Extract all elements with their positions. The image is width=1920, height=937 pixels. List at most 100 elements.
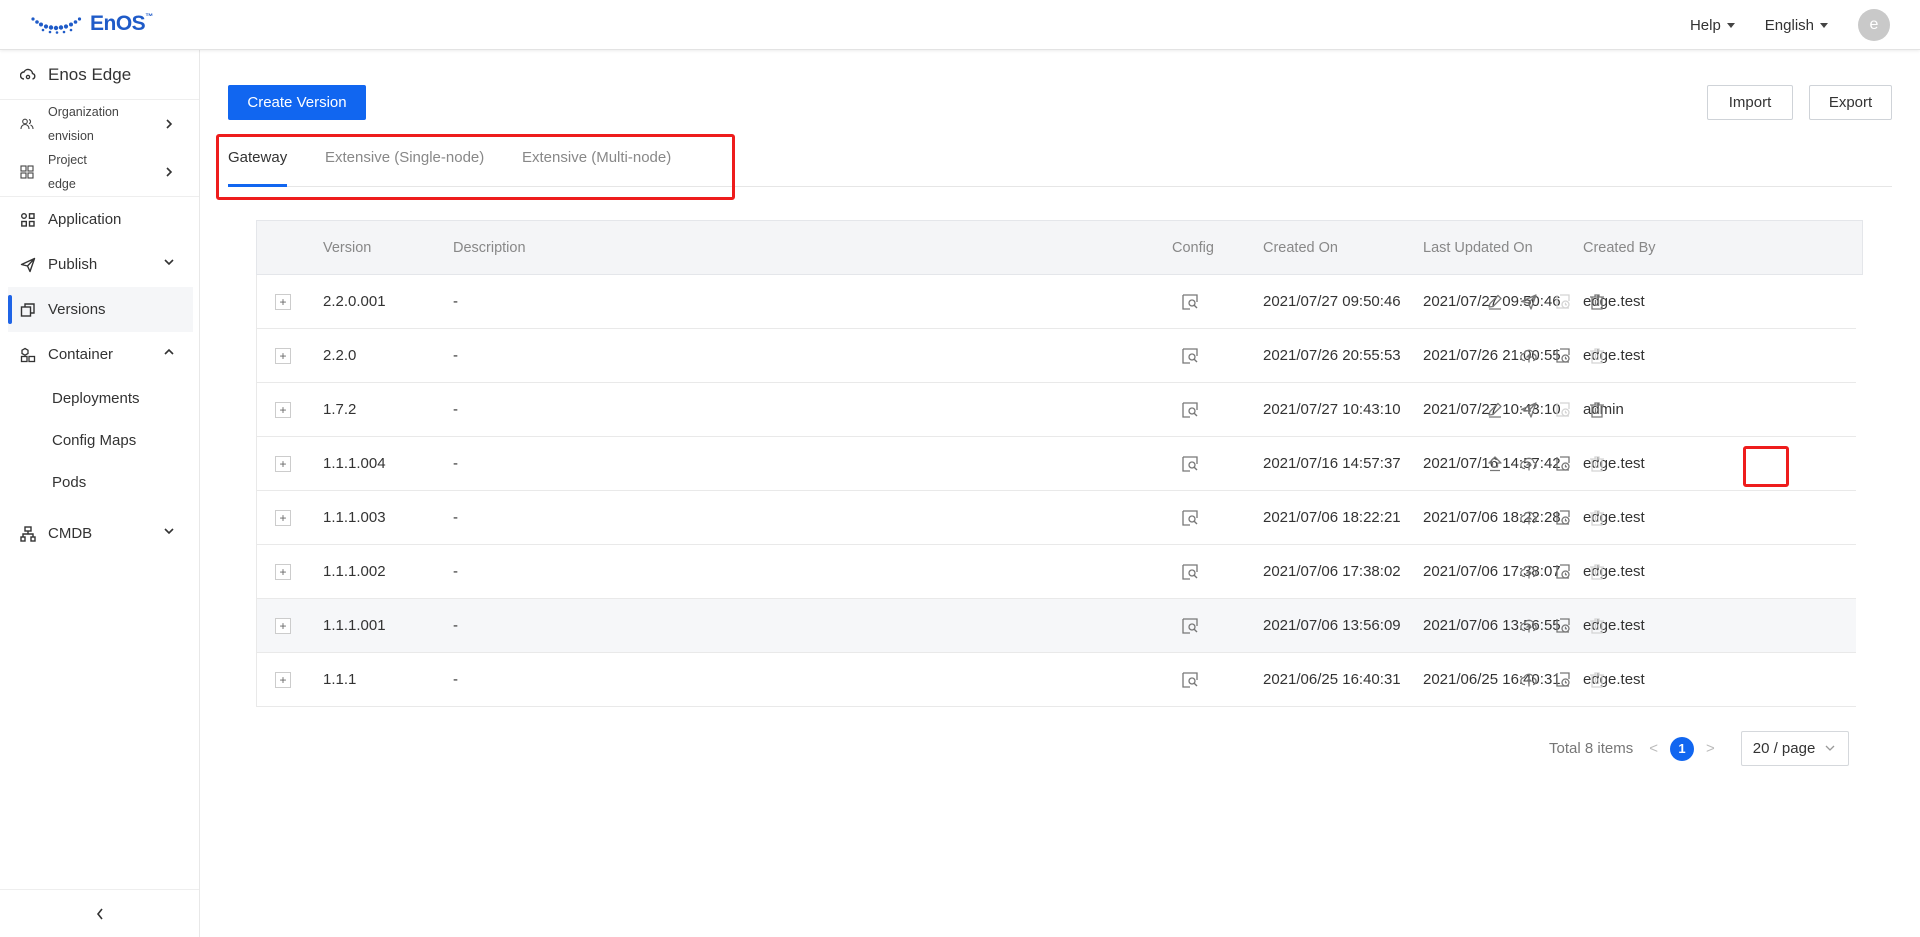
- help-menu[interactable]: Help: [1690, 17, 1735, 34]
- table-row[interactable]: +1.1.1.002-2021/07/06 17:38:02 2021/07/06…: [256, 545, 1856, 599]
- sidebar-title: Enos Edge: [48, 64, 132, 84]
- delete-icon[interactable]: [1586, 291, 1608, 313]
- expand-row-icon[interactable]: +: [275, 347, 291, 364]
- organization-selector[interactable]: Organization envision: [0, 100, 199, 148]
- description-cell: -: [453, 617, 458, 634]
- rollback-icon[interactable]: [1552, 453, 1574, 475]
- user-avatar[interactable]: e: [1858, 9, 1890, 41]
- version-cell: 2.2.0: [323, 347, 357, 364]
- download-icon[interactable]: [1518, 669, 1540, 691]
- expand-row-icon[interactable]: +: [275, 563, 291, 580]
- sidebar-item-application[interactable]: Application: [0, 197, 199, 242]
- delete-icon[interactable]: [1586, 399, 1608, 421]
- created-on-cell: 2021/07/26 20:55:53: [1263, 347, 1401, 364]
- prev-page-icon[interactable]: <: [1649, 740, 1658, 757]
- column-header-created-on[interactable]: Created On: [1263, 240, 1338, 256]
- download-icon[interactable]: [1518, 345, 1540, 367]
- page-number-current[interactable]: 1: [1669, 736, 1694, 761]
- language-menu[interactable]: English: [1765, 17, 1828, 34]
- expand-row-icon[interactable]: +: [275, 455, 291, 472]
- table-row[interactable]: +1.1.1.004-2021/07/16 14:57:37 2021/07/16…: [256, 437, 1856, 491]
- column-header-created-by[interactable]: Created By: [1583, 240, 1656, 256]
- create-version-button[interactable]: Create Version: [228, 85, 366, 120]
- enos-logo[interactable]: EnOS™: [30, 12, 153, 36]
- sidebar-item-publish[interactable]: Publish: [0, 242, 199, 287]
- sidebar-subitem-deployments[interactable]: Deployments: [0, 377, 199, 419]
- download-icon[interactable]: [1518, 561, 1540, 583]
- version-cell: 1.1.1: [323, 671, 357, 688]
- rollback-icon[interactable]: [1552, 507, 1574, 529]
- sidebar-subitem-config-maps[interactable]: Config Maps: [0, 419, 199, 461]
- organization-value: envision: [48, 129, 94, 143]
- edit-icon[interactable]: [1484, 399, 1506, 421]
- table-row[interactable]: +2.2.0.001-2021/07/27 09:50:46 2021/07/27…: [256, 275, 1856, 329]
- chevron-left-icon: [96, 908, 103, 919]
- rollback-icon[interactable]: [1552, 669, 1574, 691]
- version-cell: 1.1.1.001: [323, 617, 386, 634]
- config-preview-icon[interactable]: [1179, 507, 1201, 529]
- created-on-cell: 2021/07/06 18:22:21: [1263, 509, 1401, 526]
- chevron-down-icon: [1825, 745, 1835, 751]
- delete-icon: [1586, 345, 1608, 367]
- table-row[interactable]: +1.1.1.001-2021/07/06 13:56:09 2021/07/06…: [256, 599, 1856, 653]
- created-on-cell: 2021/07/06 13:56:09: [1263, 617, 1401, 634]
- sidebar-subitem-pods[interactable]: Pods: [0, 461, 199, 503]
- expand-row-icon[interactable]: +: [275, 401, 291, 418]
- column-header-last-updated-on[interactable]: Last Updated On: [1423, 240, 1533, 256]
- table-row[interactable]: +1.1.1.003-2021/07/06 18:22:21 2021/07/06…: [256, 491, 1856, 545]
- sidebar-header[interactable]: Enos Edge: [0, 50, 199, 100]
- config-preview-icon[interactable]: [1179, 669, 1201, 691]
- sidebar-item-cmdb[interactable]: CMDB: [0, 511, 199, 556]
- created-on-cell: 2021/07/06 17:38:02: [1263, 563, 1401, 580]
- next-page-icon[interactable]: >: [1706, 740, 1715, 757]
- edit-icon[interactable]: [1484, 291, 1506, 313]
- versions-table: Version Description Config Created On La…: [256, 220, 1863, 707]
- created-on-cell: 2021/07/27 09:50:46: [1263, 293, 1401, 310]
- sidebar: Enos Edge Organization envision Project …: [0, 50, 200, 937]
- download-icon[interactable]: [1518, 453, 1540, 475]
- created-on-cell: 2021/06/25 16:40:31: [1263, 671, 1401, 688]
- expand-row-icon[interactable]: +: [275, 671, 291, 688]
- sidebar-item-versions[interactable]: Versions: [8, 287, 193, 332]
- publish-icon[interactable]: [1518, 399, 1540, 421]
- config-preview-icon[interactable]: [1179, 453, 1201, 475]
- tree-icon: [20, 525, 36, 542]
- config-preview-icon[interactable]: [1179, 399, 1201, 421]
- expand-row-icon[interactable]: +: [275, 293, 291, 310]
- project-selector[interactable]: Project edge: [0, 148, 199, 196]
- version-cell: 1.1.1.004: [323, 455, 386, 472]
- download-icon[interactable]: [1518, 615, 1540, 637]
- total-items-label: Total 8 items: [1549, 740, 1634, 757]
- config-preview-icon[interactable]: [1179, 615, 1201, 637]
- delete-icon: [1586, 669, 1608, 691]
- download-highlight-box: [1743, 446, 1789, 487]
- column-header-version[interactable]: Version: [323, 240, 371, 256]
- description-cell: -: [453, 563, 458, 580]
- publish-icon[interactable]: [1518, 291, 1540, 313]
- logo-dots-icon: [31, 17, 82, 34]
- send-icon: [20, 257, 36, 272]
- rollback-icon[interactable]: [1552, 345, 1574, 367]
- caret-down-icon: [1726, 22, 1735, 28]
- export-button[interactable]: Export: [1809, 85, 1892, 120]
- config-preview-icon[interactable]: [1179, 561, 1201, 583]
- rollback-icon[interactable]: [1552, 561, 1574, 583]
- sidebar-item-container[interactable]: Container: [0, 332, 199, 377]
- table-row[interactable]: +1.7.2-2021/07/27 10:43:10 2021/07/27 10:…: [256, 383, 1856, 437]
- download-icon[interactable]: [1518, 507, 1540, 529]
- upload-icon[interactable]: [1484, 453, 1506, 475]
- table-row[interactable]: +1.1.1-2021/06/25 16:40:31 2021/06/25 16:…: [256, 653, 1856, 707]
- expand-row-icon[interactable]: +: [275, 509, 291, 526]
- description-cell: -: [453, 671, 458, 688]
- config-preview-icon[interactable]: [1179, 345, 1201, 367]
- column-header-config[interactable]: Config: [1172, 240, 1214, 256]
- sidebar-collapse-button[interactable]: [0, 889, 199, 937]
- expand-row-icon[interactable]: +: [275, 617, 291, 634]
- column-header-description[interactable]: Description: [453, 240, 526, 256]
- page-size-select[interactable]: 20 / page: [1740, 731, 1849, 766]
- page-size-label: 20 / page: [1752, 740, 1816, 757]
- table-row[interactable]: +2.2.0-2021/07/26 20:55:53 2021/07/26 21:…: [256, 329, 1856, 383]
- import-button[interactable]: Import: [1707, 85, 1793, 120]
- rollback-icon[interactable]: [1552, 615, 1574, 637]
- config-preview-icon[interactable]: [1179, 291, 1201, 313]
